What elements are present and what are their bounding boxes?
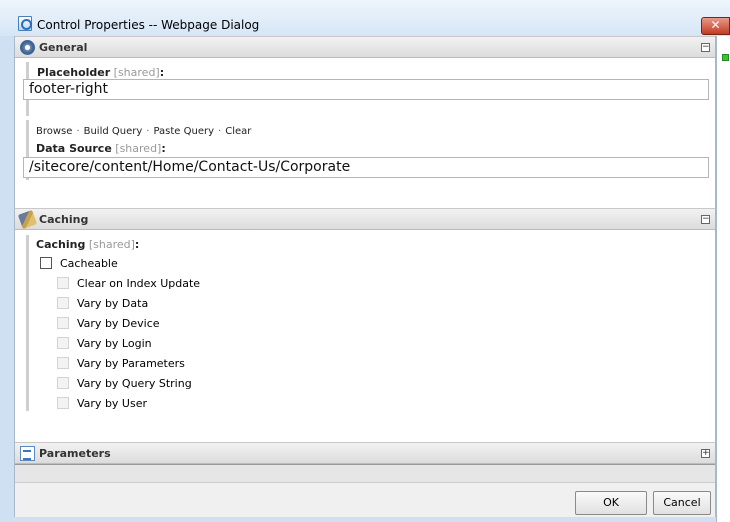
collapse-general-icon[interactable]: − bbox=[701, 43, 710, 52]
datasource-label: Data Source [shared]: bbox=[36, 142, 166, 155]
section-header-parameters[interactable]: Parameters + bbox=[15, 442, 715, 464]
window-title: Control Properties -- Webpage Dialog bbox=[37, 18, 260, 32]
vary-by-login-row: Vary by Login bbox=[57, 337, 152, 350]
section-title-parameters: Parameters bbox=[39, 447, 111, 460]
vary-by-data-checkbox bbox=[57, 297, 69, 309]
section-title-general: General bbox=[39, 41, 88, 54]
vary-by-device-checkbox bbox=[57, 317, 69, 329]
datasource-input[interactable]: /sitecore/content/Home/Contact-Us/Corpor… bbox=[23, 157, 709, 178]
clear-on-index-update-row: Clear on Index Update bbox=[57, 277, 200, 290]
cacheable-checkbox[interactable] bbox=[40, 257, 52, 269]
expand-parameters-icon[interactable]: + bbox=[701, 449, 710, 458]
green-status-icon bbox=[722, 54, 729, 61]
vary-by-query-string-row: Vary by Query String bbox=[57, 377, 192, 390]
ie-page-icon bbox=[18, 16, 32, 31]
vary-by-query-string-checkbox bbox=[57, 377, 69, 389]
section-title-caching: Caching bbox=[39, 213, 89, 226]
clear-link[interactable]: Clear bbox=[225, 126, 251, 137]
vary-by-parameters-checkbox bbox=[57, 357, 69, 369]
dialog-body: General − Placeholder [shared]: footer-r… bbox=[14, 36, 716, 517]
title-bar: Control Properties -- Webpage Dialog ✕ bbox=[0, 0, 730, 36]
vary-by-data-row: Vary by Data bbox=[57, 297, 148, 310]
gear-icon bbox=[20, 40, 35, 55]
cancel-button[interactable]: Cancel bbox=[653, 491, 711, 515]
parameters-collapsed-area bbox=[15, 464, 715, 482]
vary-by-device-row: Vary by Device bbox=[57, 317, 160, 330]
placeholder-label: Placeholder [shared]: bbox=[37, 66, 165, 79]
document-icon bbox=[20, 446, 35, 461]
vary-by-user-checkbox bbox=[57, 397, 69, 409]
caching-icon bbox=[17, 209, 38, 230]
build-query-link[interactable]: Build Query bbox=[84, 126, 143, 137]
placeholder-input[interactable]: footer-right bbox=[23, 79, 709, 100]
section-header-caching[interactable]: Caching − bbox=[15, 208, 715, 230]
collapse-caching-icon[interactable]: − bbox=[701, 215, 710, 224]
close-button[interactable]: ✕ bbox=[701, 17, 730, 35]
paste-query-link[interactable]: Paste Query bbox=[153, 126, 214, 137]
dialog-footer: OK Cancel bbox=[15, 482, 715, 517]
section-header-general[interactable]: General − bbox=[15, 36, 715, 58]
ok-button[interactable]: OK bbox=[575, 491, 647, 515]
background-page-strip bbox=[716, 36, 730, 522]
caching-label: Caching [shared]: bbox=[36, 238, 140, 251]
vary-by-user-row: Vary by User bbox=[57, 397, 147, 410]
vary-by-login-checkbox bbox=[57, 337, 69, 349]
cacheable-label: Cacheable bbox=[60, 257, 118, 270]
cacheable-row[interactable]: Cacheable bbox=[40, 257, 118, 270]
clear-on-index-update-checkbox bbox=[57, 277, 69, 289]
browse-link[interactable]: Browse bbox=[36, 126, 72, 137]
vary-by-parameters-row: Vary by Parameters bbox=[57, 357, 185, 370]
datasource-links: Browse · Build Query · Paste Query · Clear bbox=[36, 126, 252, 137]
